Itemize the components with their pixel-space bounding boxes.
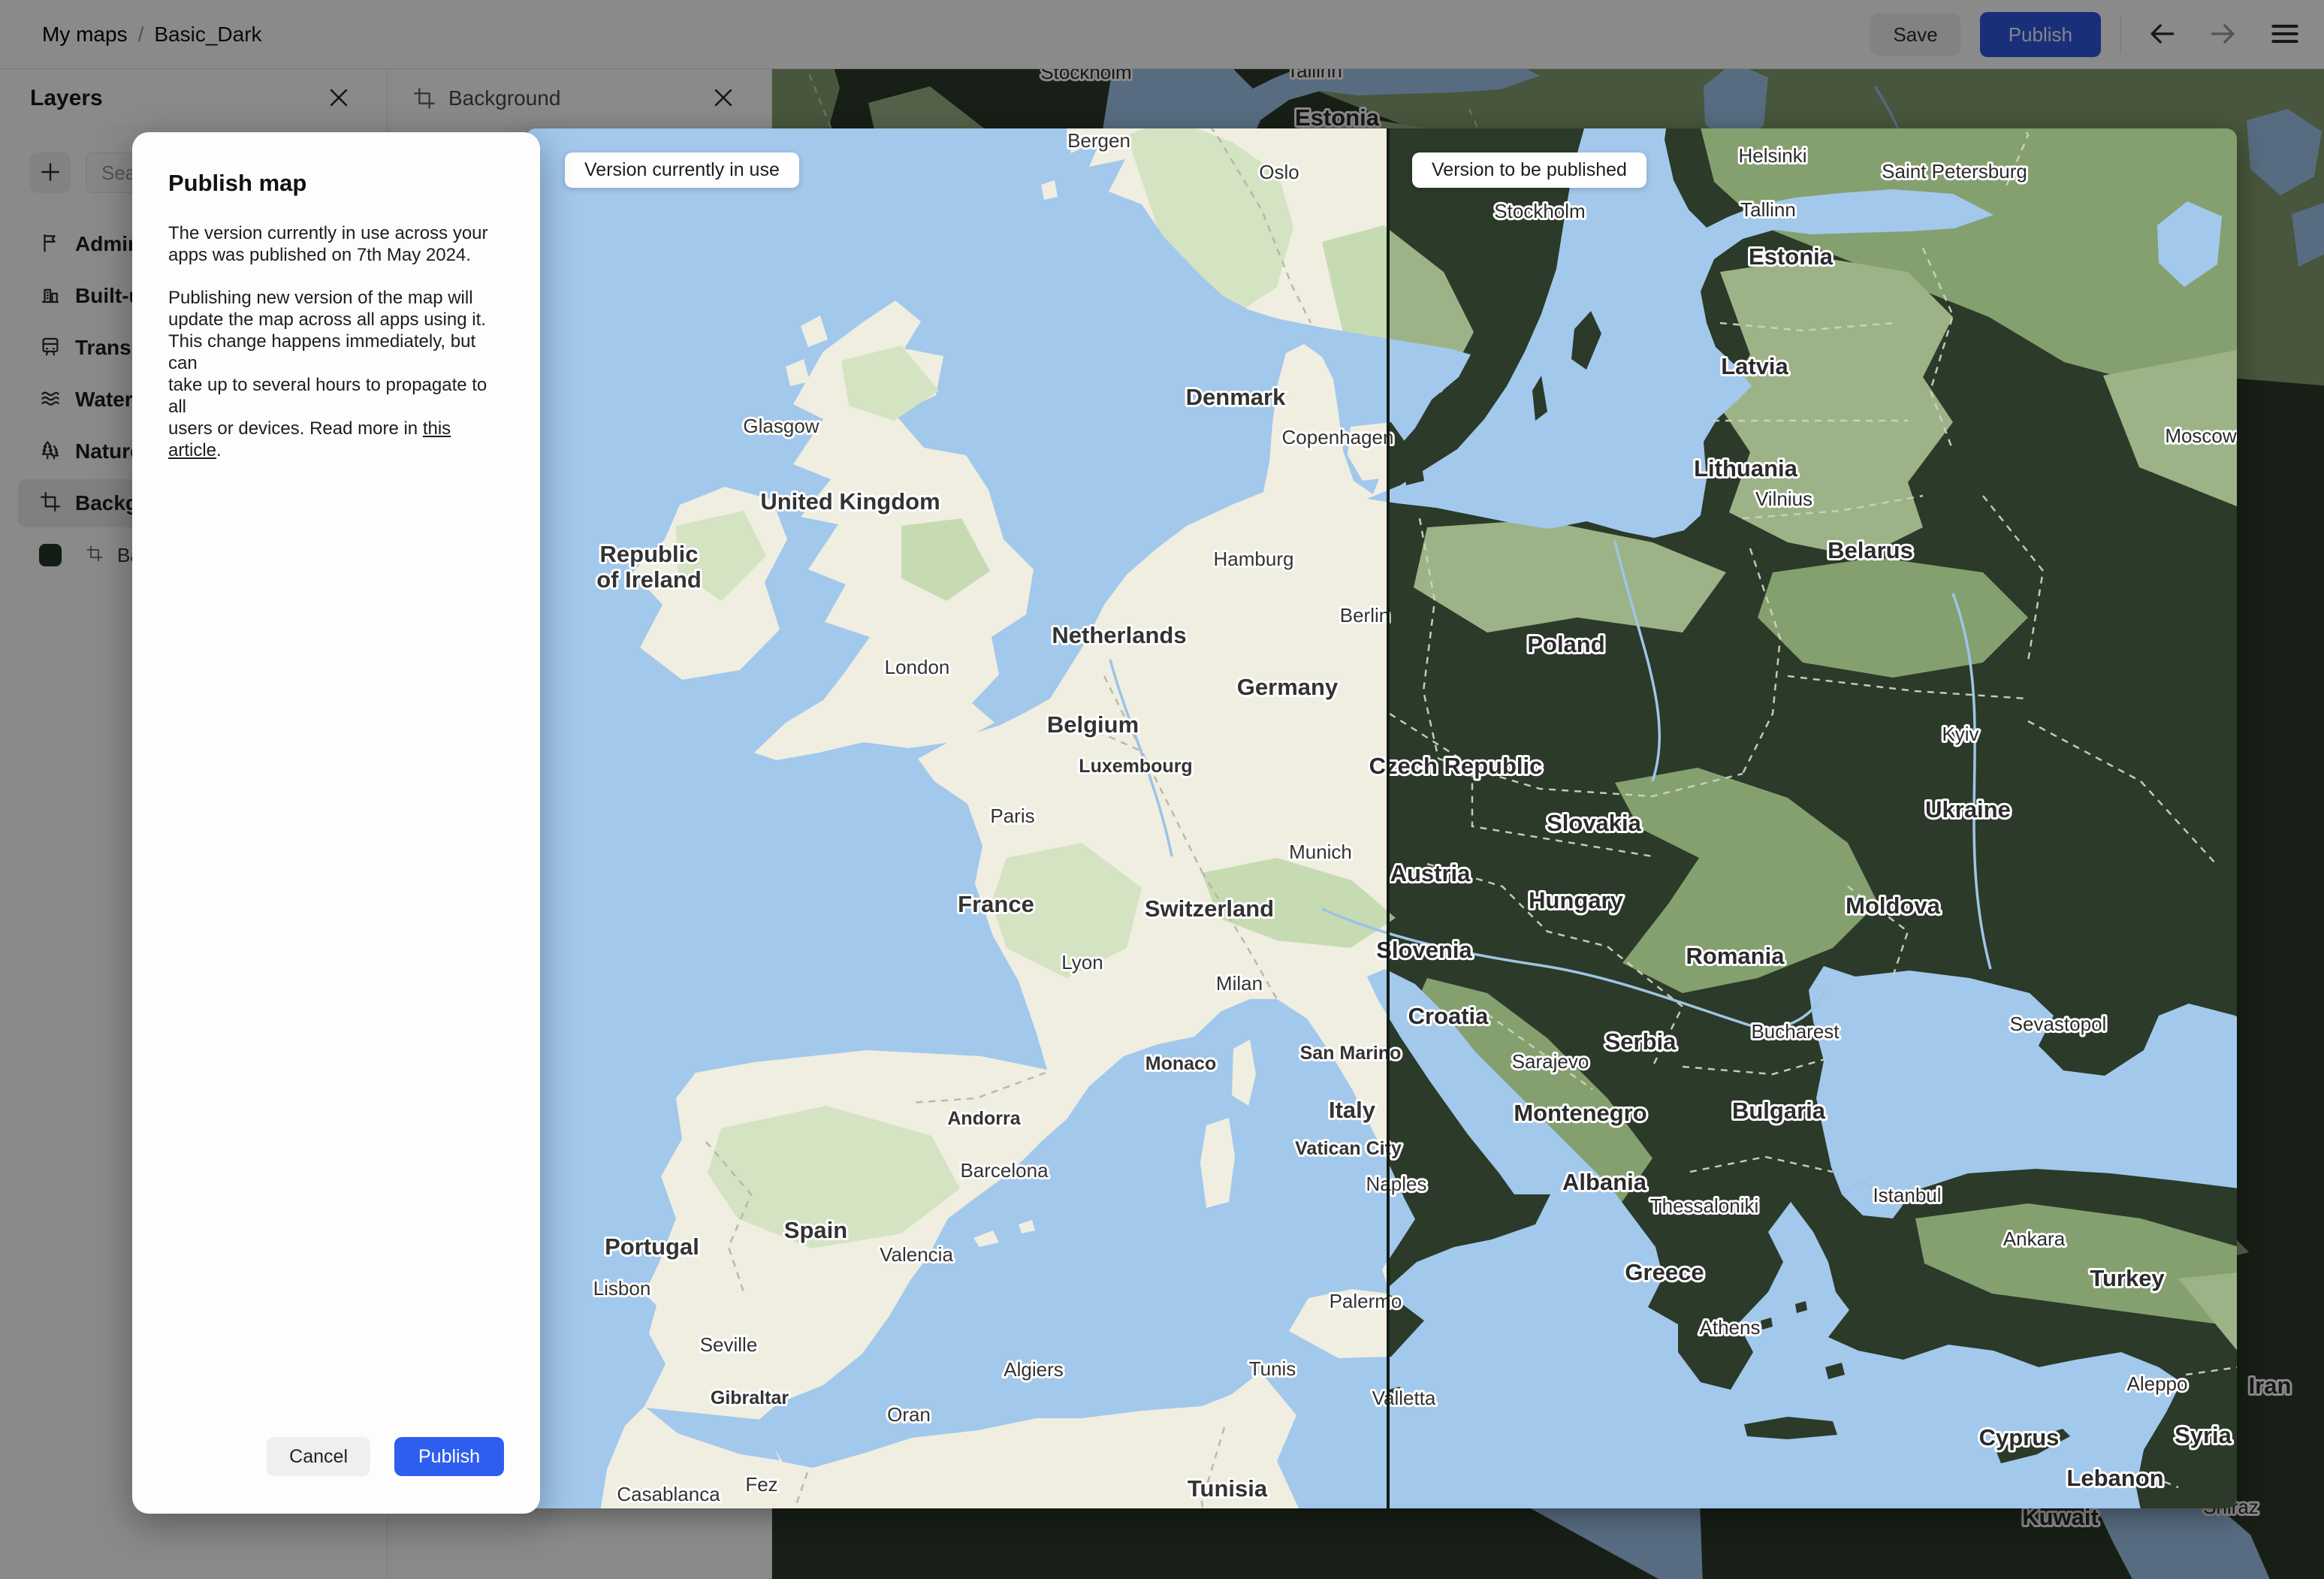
version-compare-view: Bergen Oslo Glasgow United Kingdom Republic o… <box>526 128 2237 1508</box>
modal-paragraph-3: users or devices. Read more in this arti… <box>168 418 504 461</box>
publish-map-modal: Publish map The version currently in use… <box>132 132 540 1514</box>
modal-paragraph-1: The version currently in use across your… <box>168 223 488 265</box>
map-new-version[interactable] <box>1388 128 2237 1508</box>
publish-confirm-button[interactable]: Publish <box>394 1437 504 1476</box>
modal-paragraph-2: Publishing new version of the map will u… <box>168 288 487 417</box>
modal-paragraph-3-prefix: users or devices. Read more in <box>168 418 423 439</box>
new-version-badge: Version to be published <box>1412 152 1646 188</box>
modal-title: Publish map <box>168 170 307 196</box>
current-version-badge: Version currently in use <box>565 152 799 188</box>
cancel-button[interactable]: Cancel <box>267 1437 370 1476</box>
modal-paragraph-3-suffix: . <box>216 440 222 460</box>
map-current-version[interactable] <box>526 128 1388 1508</box>
map-style-editor: HelsinkiSaint PetersburgStockholmTallinn… <box>0 0 2324 1579</box>
compare-divider-handle[interactable] <box>1387 128 1390 1508</box>
